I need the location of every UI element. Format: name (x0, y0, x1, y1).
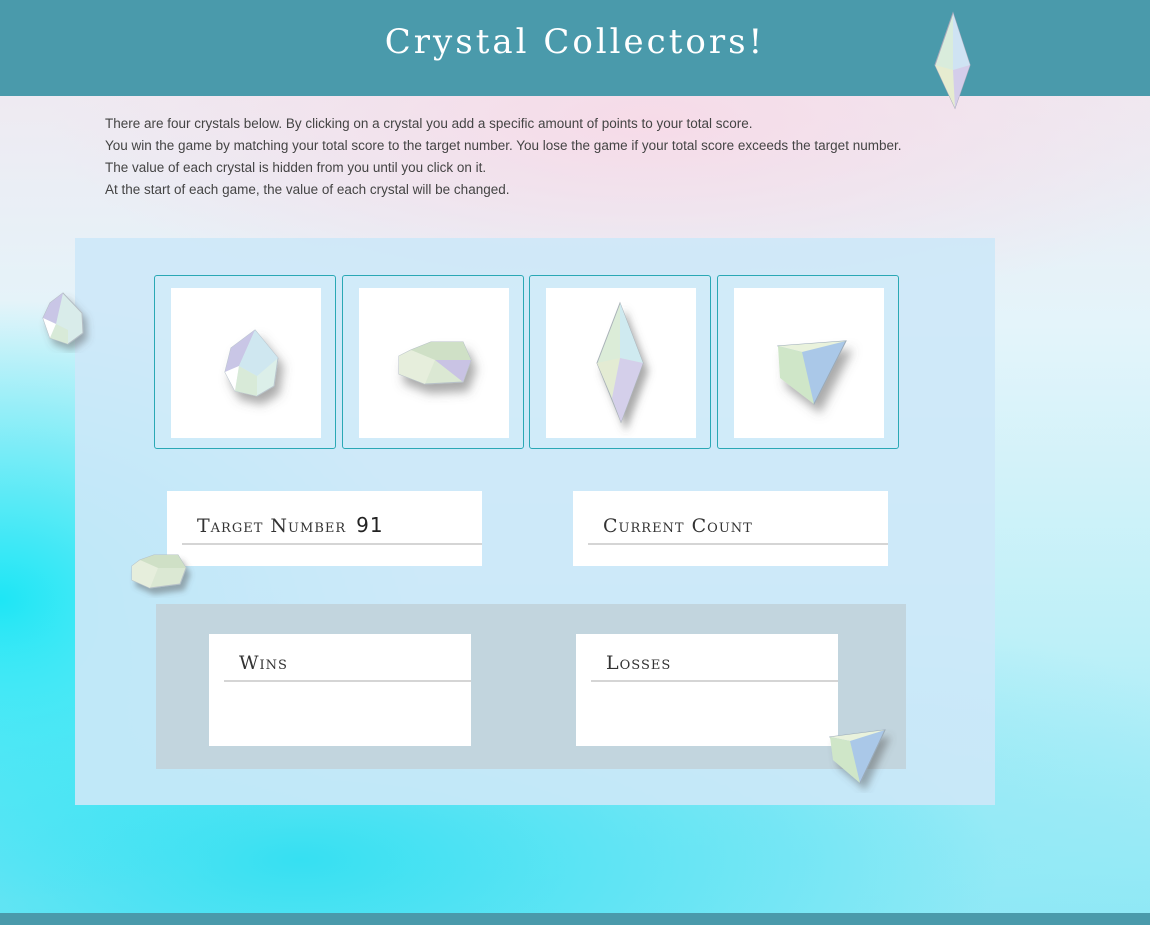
target-label-text: Target Number (197, 515, 347, 537)
footer-bar (0, 913, 1150, 925)
deco-flat-crystal-icon (131, 554, 187, 589)
crystal-tile (734, 288, 884, 438)
crystal-tile (546, 288, 696, 438)
deco-pyramid-crystal-icon (829, 729, 886, 785)
instruction-line: The value of each crystal is hidden from… (105, 160, 487, 175)
crystal-button-4[interactable] (717, 275, 899, 449)
crystal-button-3[interactable] (529, 275, 711, 449)
crystal-button-2[interactable] (342, 275, 524, 449)
tall-crystal-icon (596, 301, 644, 424)
target-number-value: 91 (356, 513, 384, 537)
instruction-line: At the start of each game, the value of … (105, 182, 510, 197)
instruction-line: You win the game by matching your total … (105, 138, 902, 153)
wins-label-text: Wins (239, 652, 288, 674)
crystal-tile (359, 288, 509, 438)
flat-crystal-icon (398, 341, 472, 385)
header-crystal-icon (934, 11, 971, 110)
wins-box: Wins (209, 634, 471, 746)
pyramid-crystal-icon (777, 340, 847, 406)
wins-label: Wins (224, 650, 471, 682)
deco-round-crystal-icon (42, 292, 84, 345)
crystal-tile (171, 288, 321, 438)
instructions: There are four crystals below. By clicki… (105, 113, 1005, 201)
losses-label-text: Losses (606, 652, 672, 674)
instruction-line: There are four crystals below. By clicki… (105, 116, 753, 131)
target-number-label: Target Number 91 (182, 513, 482, 545)
losses-box: Losses (576, 634, 838, 746)
crystal-button-1[interactable] (154, 275, 336, 449)
round-crystal-icon (224, 329, 279, 397)
target-number-box: Target Number 91 (167, 491, 482, 566)
losses-label: Losses (591, 650, 838, 682)
current-label-text: Current Count (603, 515, 753, 537)
current-count-label: Current Count (588, 513, 888, 545)
current-count-box: Current Count (573, 491, 888, 566)
